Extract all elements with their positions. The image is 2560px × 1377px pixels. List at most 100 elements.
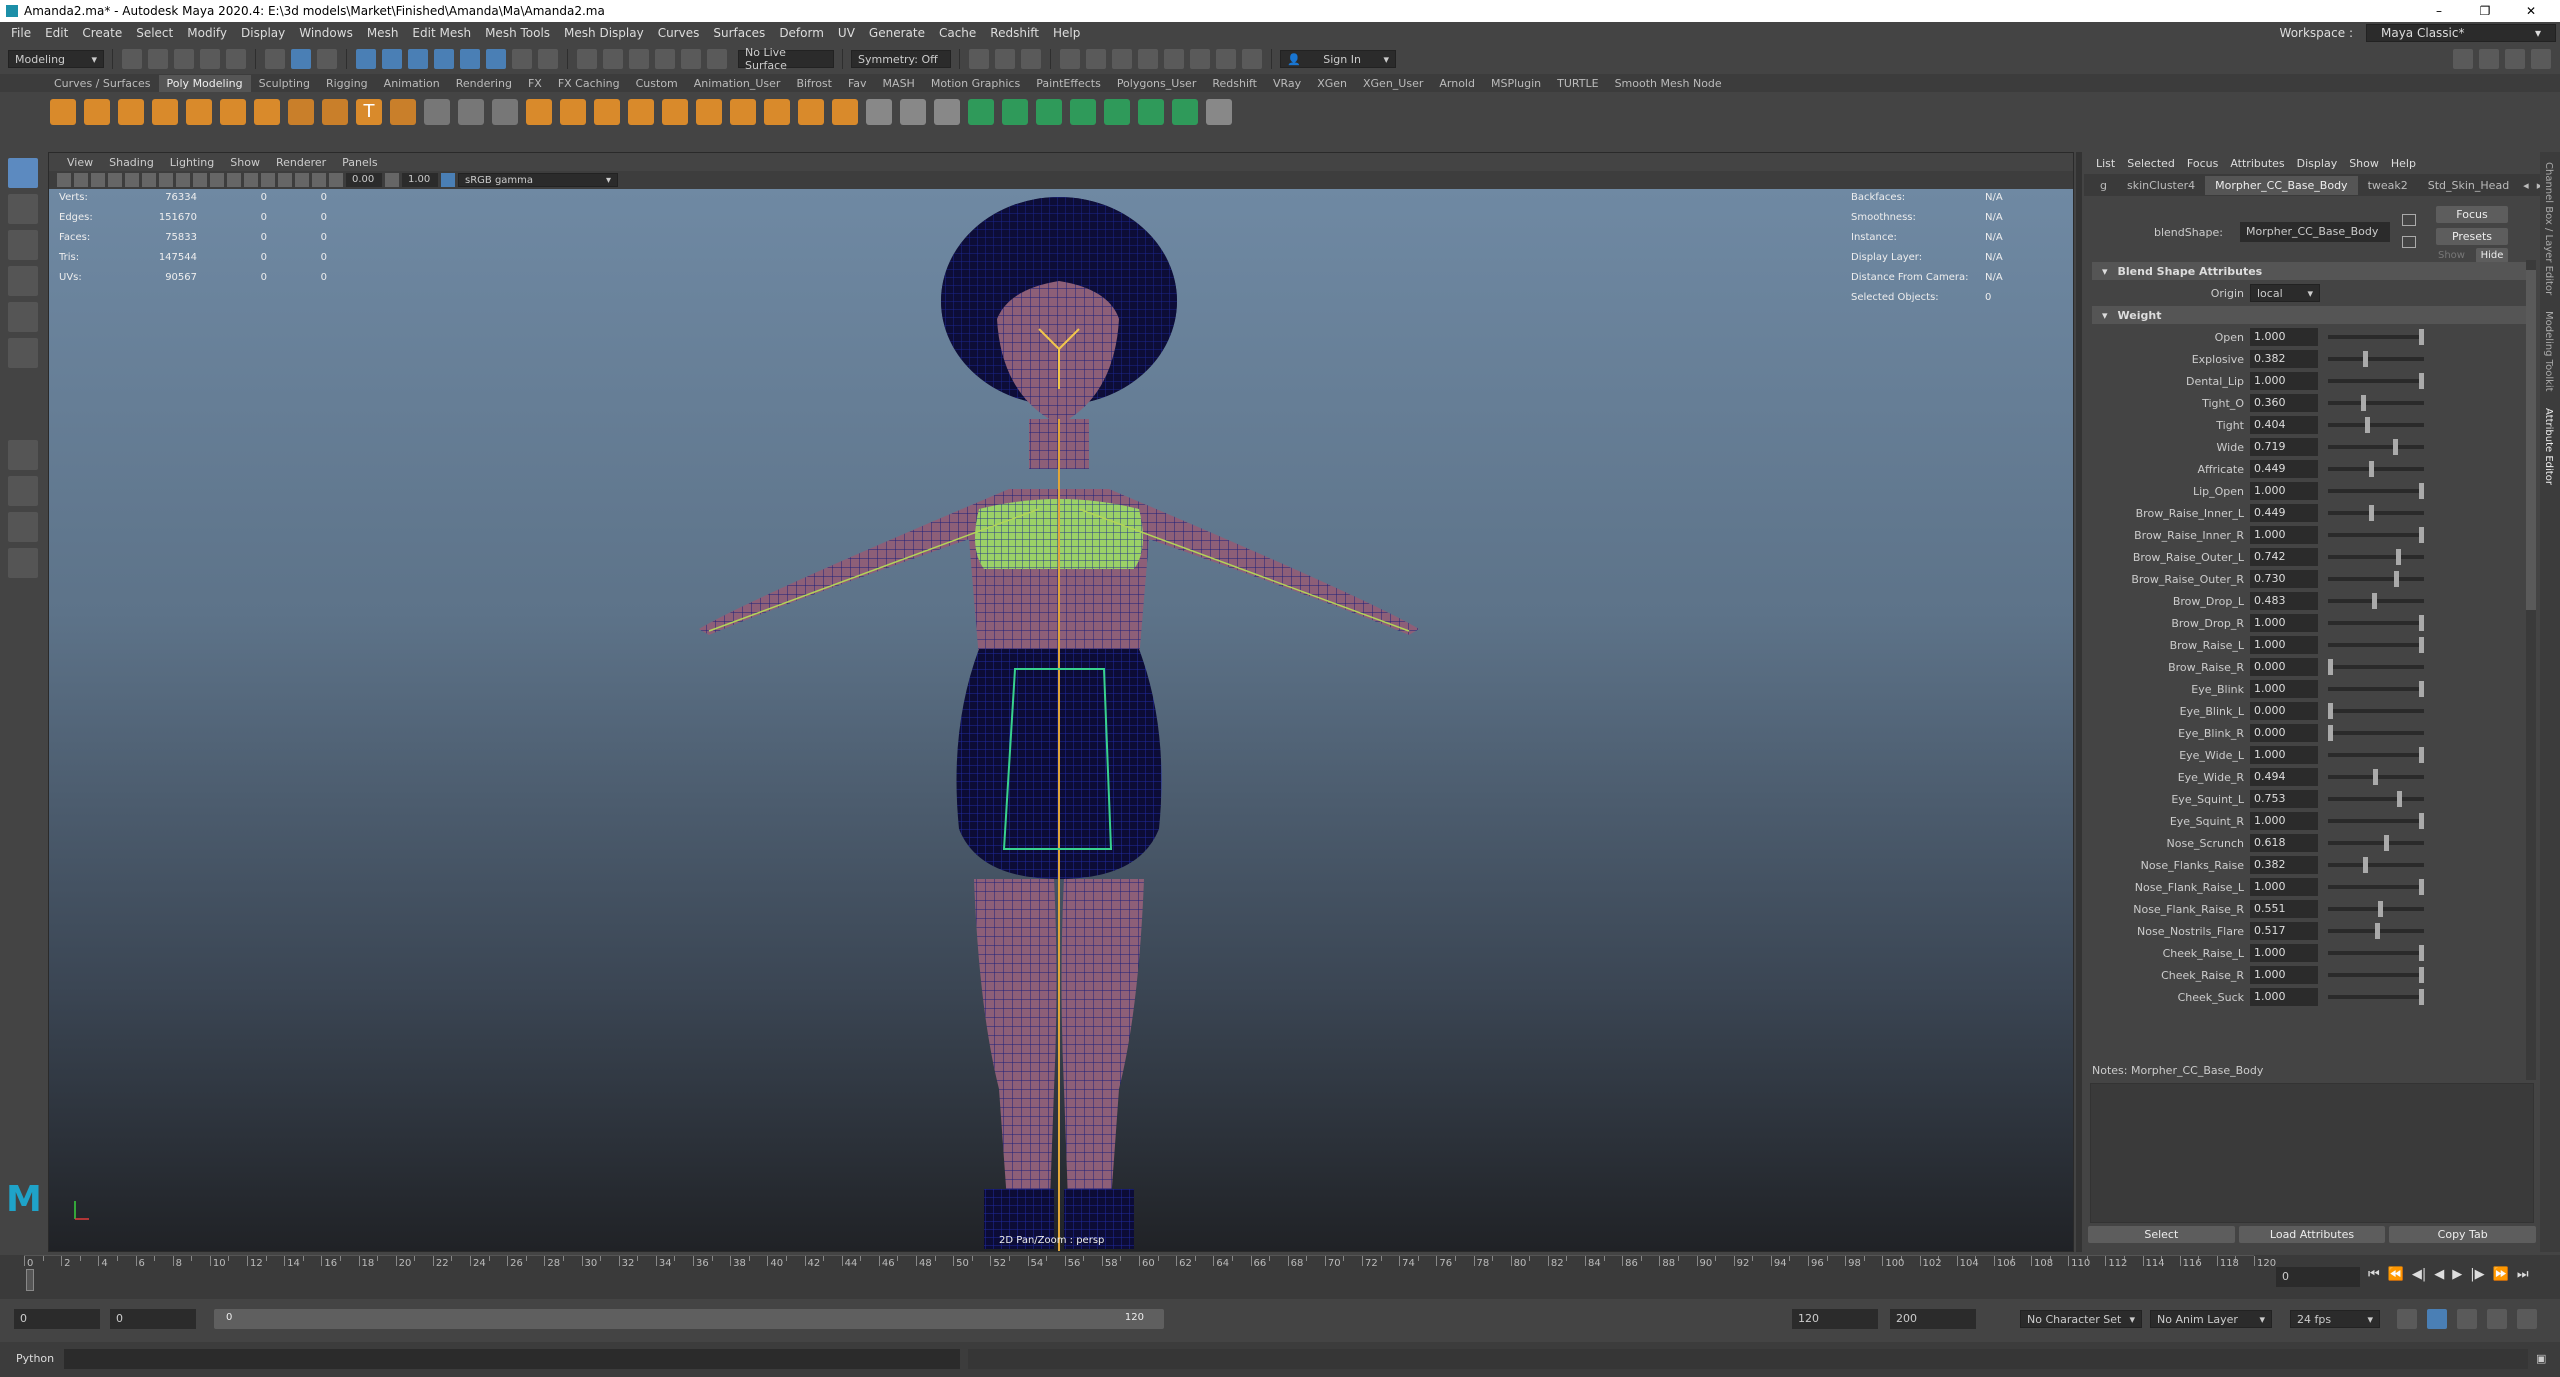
- camera-select-icon[interactable]: [57, 173, 71, 187]
- weight-value-field[interactable]: 0.742: [2250, 548, 2318, 566]
- step-back-frame-icon[interactable]: ◀|: [2412, 1267, 2426, 1282]
- ae-menu-focus[interactable]: Focus: [2181, 157, 2224, 170]
- copy-tab-button[interactable]: Copy Tab: [2389, 1226, 2537, 1243]
- menu-deform[interactable]: Deform: [772, 26, 831, 40]
- menu-help[interactable]: Help: [1046, 26, 1087, 40]
- weight-slider[interactable]: [2328, 813, 2424, 829]
- shelf-tab-sculpting[interactable]: Sculpting: [251, 75, 318, 92]
- close-button[interactable]: ✕: [2508, 4, 2554, 18]
- four-view-icon[interactable]: [8, 476, 38, 506]
- menu-mesh-tools[interactable]: Mesh Tools: [478, 26, 557, 40]
- snap-surface-icon[interactable]: [681, 49, 701, 69]
- xray-icon[interactable]: [244, 173, 258, 187]
- shelf-tab-fx-caching[interactable]: FX Caching: [550, 75, 628, 92]
- select-vertex-icon[interactable]: [356, 49, 376, 69]
- play-forward-icon[interactable]: ▶: [2452, 1267, 2462, 1282]
- time-slider[interactable]: 0 2 4 6 8 10 12 14 16 18 20 22 24 26 28 30 32 34 36 38 40 42 4…: [0, 1255, 2560, 1299]
- svg-tool-icon[interactable]: [390, 99, 416, 125]
- bevel-icon[interactable]: [662, 99, 688, 125]
- node-input-icon[interactable]: [2402, 214, 2416, 226]
- weight-value-field[interactable]: 1.000: [2250, 372, 2318, 390]
- snap-vertex-icon[interactable]: [707, 49, 727, 69]
- restore-button[interactable]: ❐: [2462, 4, 2508, 18]
- highlight-icon[interactable]: [538, 49, 558, 69]
- menu-modify[interactable]: Modify: [180, 26, 234, 40]
- symmetry-dropdown[interactable]: Symmetry: Off: [851, 50, 951, 68]
- isolate-select-icon[interactable]: [312, 173, 326, 187]
- quad-draw-icon[interactable]: [832, 99, 858, 125]
- shadows-icon[interactable]: [295, 173, 309, 187]
- scrollbar-thumb[interactable]: [2526, 270, 2536, 610]
- scale-tool-icon[interactable]: [8, 338, 38, 368]
- super-shape-icon[interactable]: [322, 99, 348, 125]
- menu-curves[interactable]: Curves: [651, 26, 707, 40]
- snap-view-icon[interactable]: [655, 49, 675, 69]
- poly-torus-icon[interactable]: [186, 99, 212, 125]
- camera-attributes-icon[interactable]: [74, 173, 88, 187]
- weight-slider[interactable]: [2328, 571, 2424, 587]
- panel-splitter[interactable]: [2076, 152, 2082, 1252]
- poly-cube-icon[interactable]: [84, 99, 110, 125]
- shelf-tab-curves-surfaces[interactable]: Curves / Surfaces: [46, 75, 159, 92]
- weight-value-field[interactable]: 1.000: [2250, 482, 2318, 500]
- modeling-toolkit-icon[interactable]: [2453, 49, 2473, 69]
- shelf-tab-fav[interactable]: Fav: [840, 75, 875, 92]
- command-input[interactable]: [64, 1349, 960, 1369]
- weight-value-field[interactable]: 1.000: [2250, 680, 2318, 698]
- playback-end-field[interactable]: 120: [1792, 1309, 1878, 1329]
- select-hierarchy-icon[interactable]: [265, 49, 285, 69]
- weight-value-field[interactable]: 0.360: [2250, 394, 2318, 412]
- weight-slider[interactable]: [2328, 901, 2424, 917]
- shelf-tab-polygons-user[interactable]: Polygons_User: [1109, 75, 1205, 92]
- weight-slider[interactable]: [2328, 659, 2424, 675]
- poly-sphere-icon[interactable]: [50, 99, 76, 125]
- weight-value-field[interactable]: 0.382: [2250, 350, 2318, 368]
- viewport-menu-panels[interactable]: Panels: [334, 156, 385, 169]
- current-time-marker[interactable]: [26, 1269, 34, 1291]
- pause-icon[interactable]: [1242, 49, 1262, 69]
- play-backward-icon[interactable]: ◀: [2434, 1267, 2444, 1282]
- undo-icon[interactable]: [200, 49, 220, 69]
- weight-value-field[interactable]: 1.000: [2250, 878, 2318, 896]
- target-weld-icon[interactable]: [764, 99, 790, 125]
- move-tool-icon[interactable]: [8, 266, 38, 296]
- fps-dropdown[interactable]: 24 fps ▾: [2290, 1310, 2380, 1328]
- weight-value-field[interactable]: 0.719: [2250, 438, 2318, 456]
- weight-slider[interactable]: [2328, 527, 2424, 543]
- shelf-tab-custom[interactable]: Custom: [628, 75, 686, 92]
- separate-icon[interactable]: [458, 99, 484, 125]
- insert-edge-loop-icon[interactable]: [798, 99, 824, 125]
- weight-slider-thumb[interactable]: [2368, 505, 2374, 521]
- multi-cut-icon[interactable]: [730, 99, 756, 125]
- node-tab-morpher[interactable]: Morpher_CC_Base_Body: [2205, 175, 2358, 195]
- weight-slider[interactable]: [2328, 395, 2424, 411]
- viewport-menu-renderer[interactable]: Renderer: [268, 156, 334, 169]
- smooth-icon[interactable]: [492, 99, 518, 125]
- boolean-icon[interactable]: [526, 99, 552, 125]
- go-to-start-icon[interactable]: ⏮: [2368, 1267, 2380, 1282]
- weight-slider-thumb[interactable]: [2360, 395, 2366, 411]
- weight-slider[interactable]: [2328, 329, 2424, 345]
- weight-value-field[interactable]: 1.000: [2250, 988, 2318, 1006]
- weight-slider[interactable]: [2328, 835, 2424, 851]
- shelf-tab-redshift[interactable]: Redshift: [1204, 75, 1265, 92]
- shelf-tab-vray[interactable]: VRay: [1265, 75, 1309, 92]
- harden-edge-icon[interactable]: [1002, 99, 1028, 125]
- weight-value-field[interactable]: 0.730: [2250, 570, 2318, 588]
- tool-settings-icon[interactable]: [2505, 49, 2525, 69]
- node-tab[interactable]: g: [2090, 176, 2117, 195]
- grid-toggle-icon[interactable]: [125, 173, 139, 187]
- weight-slider[interactable]: [2328, 593, 2424, 609]
- load-attributes-button[interactable]: Load Attributes: [2238, 1226, 2386, 1243]
- node-name-field[interactable]: Morpher_CC_Base_Body: [2240, 222, 2390, 242]
- weight-value-field[interactable]: 0.517: [2250, 922, 2318, 940]
- weight-slider[interactable]: [2328, 417, 2424, 433]
- wireframe-icon[interactable]: [193, 173, 207, 187]
- extrude-icon[interactable]: [594, 99, 620, 125]
- weight-slider[interactable]: [2328, 351, 2424, 367]
- weight-value-field[interactable]: 0.753: [2250, 790, 2318, 808]
- shelf-tab-xgen[interactable]: XGen: [1309, 75, 1355, 92]
- weight-slider-thumb[interactable]: [2419, 637, 2424, 653]
- viewport-panel[interactable]: View Shading Lighting Show Renderer Pane…: [48, 152, 2074, 1252]
- input-output-icon[interactable]: [969, 49, 989, 69]
